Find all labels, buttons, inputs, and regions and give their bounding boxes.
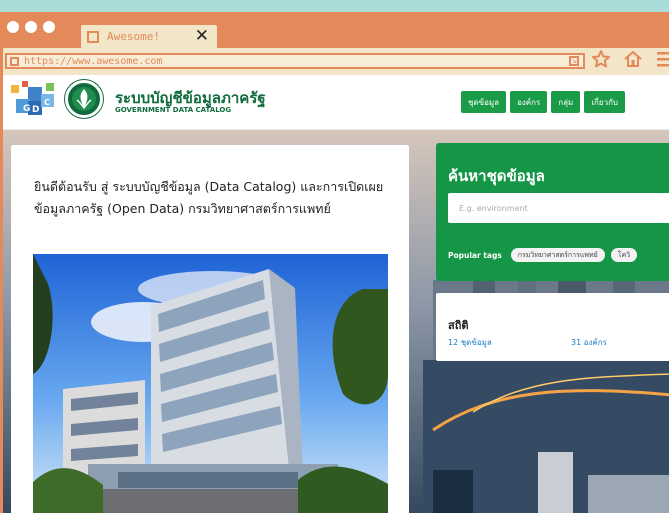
- nav-datasets[interactable]: ชุดข้อมูล: [461, 91, 507, 113]
- department-building-image: [33, 254, 388, 513]
- close-window-dot[interactable]: [7, 21, 19, 33]
- search-title: ค้นหาชุดข้อมูล: [448, 167, 545, 185]
- home-icon[interactable]: [622, 48, 644, 70]
- nav-groups[interactable]: กลุ่ม: [551, 91, 581, 113]
- dataset-count-link[interactable]: 12 ชุดข้อมูล: [448, 336, 492, 349]
- welcome-message: ยินดีต้อนรับ สู่ ระบบบัญชีข้อมูล (Data C…: [34, 179, 384, 216]
- dataset-search-input[interactable]: [448, 193, 669, 223]
- tag-covid[interactable]: โควิ: [610, 248, 638, 262]
- site-header: G D C ระบบบัญชีข้อมูลภาครัฐ GOVERNMENT D…: [3, 75, 669, 130]
- svg-text:G: G: [23, 104, 30, 114]
- screenshot-frame: Awesome! ✕ https://www.awesome.com ↘ G D…: [0, 0, 669, 513]
- browser-toolbar-icons: [590, 48, 669, 70]
- web-page: G D C ระบบบัญชีข้อมูลภาครัฐ GOVERNMENT D…: [3, 75, 669, 513]
- hero-section: ยินดีต้อนรับ สู่ ระบบบัญชีข้อมูล (Data C…: [3, 130, 669, 513]
- star-icon[interactable]: [590, 48, 612, 70]
- svg-text:D: D: [32, 105, 39, 115]
- browser-titlebar: Awesome! ✕: [3, 15, 669, 48]
- window-controls: [7, 21, 55, 33]
- data-catalog-logo[interactable]: G D C: [8, 79, 58, 123]
- site-subtitle: GOVERNMENT DATA CATALOG: [115, 106, 232, 114]
- popular-tags: Popular tags กรมวิทยาศาสตร์การแพทย์ โควิ: [448, 248, 638, 262]
- welcome-card: ยินดีต้อนรับ สู่ ระบบบัญชีข้อมูล (Data C…: [11, 145, 409, 513]
- ministry-seal-logo[interactable]: [65, 80, 103, 118]
- tab-page-icon: [87, 30, 99, 43]
- tab-title: Awesome!: [107, 30, 160, 43]
- url-text: https://www.awesome.com: [24, 55, 163, 67]
- address-bar: https://www.awesome.com ↘: [5, 50, 669, 71]
- organization-count-link[interactable]: 31 องค์กร: [571, 336, 607, 349]
- browser-window: Awesome! ✕ https://www.awesome.com ↘ G D…: [0, 12, 669, 513]
- arrow-icon[interactable]: ↘: [569, 56, 579, 66]
- nav-about[interactable]: เกี่ยวกับ: [584, 91, 625, 113]
- maximize-window-dot[interactable]: [43, 21, 55, 33]
- menu-icon[interactable]: [654, 48, 669, 70]
- search-card: ค้นหาชุดข้อมูล Popular tags กรมวิทยาศาสต…: [436, 143, 669, 281]
- url-field[interactable]: https://www.awesome.com ↘: [5, 53, 585, 69]
- statistics-card: สถิติ 12 ชุดข้อมูล 31 องค์กร: [436, 293, 669, 361]
- nav-organizations[interactable]: องค์กร: [510, 91, 548, 113]
- stats-title: สถิติ: [448, 319, 469, 332]
- svg-text:C: C: [44, 98, 50, 107]
- tag-medical-sciences[interactable]: กรมวิทยาศาสตร์การแพทย์: [510, 248, 605, 262]
- tab-close-icon[interactable]: ✕: [195, 26, 209, 46]
- browser-tab[interactable]: Awesome! ✕: [79, 23, 219, 48]
- page-icon: [10, 56, 19, 66]
- popular-tags-label: Popular tags: [448, 250, 502, 260]
- minimize-window-dot[interactable]: [25, 21, 37, 33]
- main-navigation: ชุดข้อมูล องค์กร กลุ่ม เกี่ยวกับ: [461, 91, 625, 113]
